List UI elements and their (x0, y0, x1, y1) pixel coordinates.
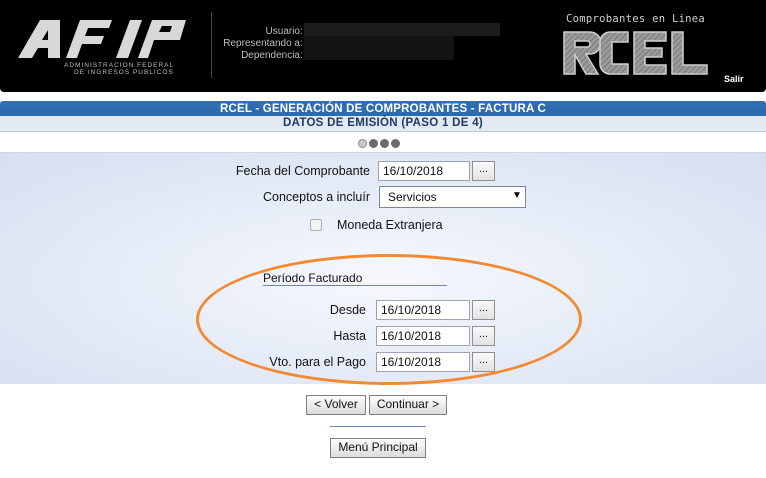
page-subtitle: DATOS DE EMISIÓN (PASO 1 DE 4) (282, 117, 484, 129)
rcel-caption: Comprobantes en Linea (566, 13, 706, 25)
conceptos-select[interactable]: Servicios (379, 186, 526, 208)
chevron-down-icon: ▼ (512, 190, 522, 201)
afip-subtitle-2: DE INGRESOS PUBLICOS (74, 69, 174, 76)
page-title: RCEL - GENERACIÓN DE COMPROBANTES - FACT… (220, 103, 546, 115)
usuario-value-redacted (304, 23, 500, 36)
hasta-label: Hasta (333, 329, 366, 343)
representando-label: Representando a (223, 38, 300, 49)
menu-principal-button[interactable]: Menú Principal (330, 438, 426, 458)
dependencia-colon: : (300, 50, 303, 61)
dependencia-label: Dependencia (241, 50, 300, 61)
conceptos-selected-value: Servicios (388, 190, 437, 204)
conceptos-label: Conceptos a incluír (262, 190, 370, 204)
rcel-logo-graphic (563, 31, 708, 75)
desde-label: Desde (329, 303, 366, 317)
desde-input[interactable] (376, 300, 470, 320)
step-dot-3 (380, 139, 389, 148)
vto-pago-picker-button[interactable]: ... (472, 352, 495, 372)
moneda-extranjera-label: Moneda Extranjera (337, 218, 443, 232)
actions-divider (330, 426, 426, 427)
dependencia-value-redacted (304, 48, 454, 60)
step-dot-4 (391, 139, 400, 148)
header-divider (211, 12, 212, 78)
moneda-extranjera-checkbox[interactable] (310, 219, 322, 231)
rcel-logo (560, 26, 714, 80)
periodo-divider (263, 285, 447, 286)
fecha-comprobante-label: Fecha del Comprobante (235, 164, 370, 178)
representando-colon: : (300, 38, 303, 49)
step-indicator (358, 139, 400, 148)
periodo-facturado-title: Período Facturado (263, 271, 363, 285)
salir-link[interactable]: Salir (724, 74, 744, 84)
afip-subtitle-1: ADMINISTRACION FEDERAL (64, 62, 175, 69)
representando-value-redacted (304, 36, 454, 48)
usuario-colon: : (300, 26, 303, 37)
desde-picker-button[interactable]: ... (472, 300, 495, 320)
app-header: ADMINISTRACION FEDERAL DE INGRESOS PUBLI… (0, 0, 766, 92)
step-dot-1 (358, 139, 367, 148)
hasta-input[interactable] (376, 326, 470, 346)
volver-button[interactable]: < Volver (306, 395, 366, 415)
usuario-label: Usuario (265, 26, 300, 37)
vto-pago-input[interactable] (376, 352, 470, 372)
afip-logo-graphic (18, 20, 186, 58)
vto-pago-label: Vto. para el Pago (269, 355, 366, 369)
fecha-comprobante-picker-button[interactable]: ... (472, 161, 495, 181)
fecha-comprobante-input[interactable] (378, 161, 470, 181)
step-dot-2 (369, 139, 378, 148)
hasta-picker-button[interactable]: ... (472, 326, 495, 346)
continuar-button[interactable]: Continuar > (369, 395, 447, 415)
